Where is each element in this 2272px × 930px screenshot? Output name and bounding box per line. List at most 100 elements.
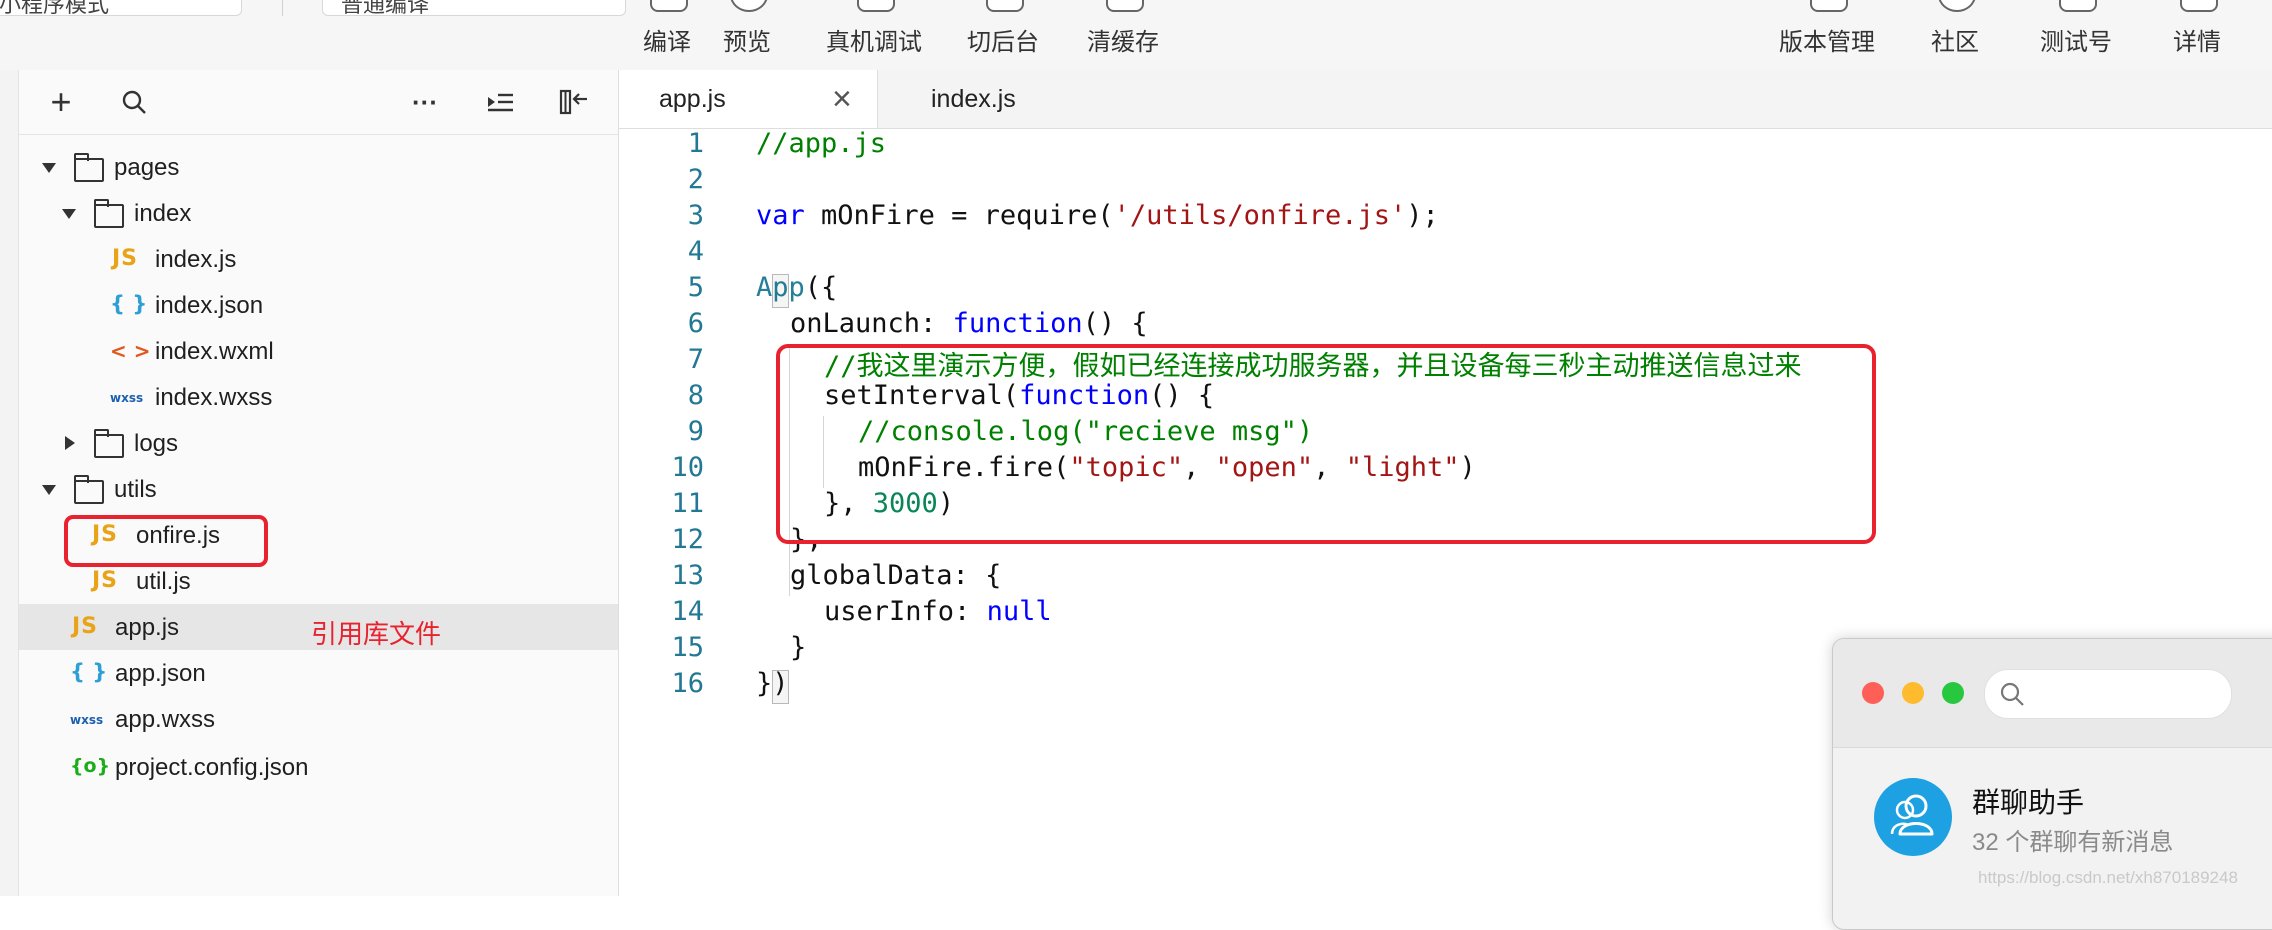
code-text: () { (1082, 308, 1148, 339)
caret-down-icon[interactable] (42, 163, 56, 173)
community-button[interactable]: 社区 (1931, 22, 1979, 57)
tree-label: index.wxss (155, 384, 273, 411)
tree-file-app-js[interactable]: JS app.js 引用库文件 (19, 604, 618, 650)
wxss-file-icon: wxss (70, 713, 104, 727)
folder-closed-icon (94, 429, 124, 458)
tree-folder-index[interactable]: index (19, 190, 618, 236)
tab-app-js[interactable]: app.js × (619, 70, 878, 128)
window-close-icon[interactable] (1862, 682, 1884, 704)
line-number: 5 (687, 272, 704, 303)
editor-tabbar: app.js × index.js (619, 70, 2272, 129)
tree-file-app-json[interactable]: { } app.json (19, 650, 618, 696)
tree-folder-utils[interactable]: utils (19, 466, 618, 512)
js-file-icon: JS (92, 568, 119, 593)
code-keyword: var (756, 200, 805, 231)
toggle-panel-icon[interactable] (554, 70, 594, 134)
code-line-1: //app.js (756, 128, 886, 159)
tree-label: app.json (115, 660, 206, 687)
caret-down-icon[interactable] (62, 209, 76, 219)
details-button[interactable]: 详情 (2173, 22, 2221, 57)
code-line-3: var mOnFire = require('/utils/onfire.js'… (756, 200, 1439, 231)
tree-label: index.json (155, 292, 264, 319)
more-icon[interactable]: ··· (405, 70, 445, 134)
test-account-button[interactable]: 测试号 (2040, 22, 2112, 57)
tree-file-index-wxml[interactable]: < > index.wxml (19, 328, 618, 374)
community-icon[interactable] (1938, 0, 1976, 12)
line-number: 10 (671, 452, 704, 483)
tree-file-index-wxss[interactable]: wxss index.wxss (19, 374, 618, 420)
wechat-search-input[interactable] (1984, 669, 2232, 719)
code-line-13: globalData: { (790, 560, 1001, 591)
conversation-title: 群聊助手 (1972, 787, 2085, 818)
code-text: } (790, 632, 807, 663)
details-icon[interactable] (2180, 0, 2218, 12)
search-icon[interactable] (114, 70, 154, 134)
remote-debug-button[interactable]: 真机调试 (826, 22, 922, 57)
clear-cache-button[interactable]: 清缓存 (1087, 22, 1159, 57)
code-text: userInfo: (824, 596, 987, 627)
line-number: 1 (687, 128, 704, 159)
window-zoom-icon[interactable] (1942, 682, 1964, 704)
line-number: 7 (687, 344, 704, 375)
group-chat-avatar[interactable] (1874, 778, 1952, 856)
add-icon[interactable]: + (41, 70, 81, 134)
clear-cache-icon[interactable] (1106, 0, 1144, 12)
tab-index-js[interactable]: index.js (878, 70, 1138, 128)
version-control-icon[interactable] (1810, 0, 1848, 12)
line-number: 9 (687, 416, 704, 447)
tree-folder-logs[interactable]: logs (19, 420, 618, 466)
library-annotation: 引用库文件 (311, 619, 442, 649)
tree-label: index.js (155, 246, 237, 273)
code-comment: //app.js (756, 128, 887, 159)
line-number: 2 (687, 164, 704, 195)
tree-label: utils (114, 476, 157, 503)
tree-folder-pages[interactable]: pages (19, 144, 618, 190)
folder-open-icon (94, 199, 124, 228)
line-number: 11 (671, 488, 704, 519)
js-file-icon: JS (112, 246, 139, 271)
tree-file-app-wxss[interactable]: wxss app.wxss (19, 696, 618, 742)
tree-label: pages (114, 154, 180, 181)
tree-label: logs (134, 430, 179, 457)
mode-select[interactable]: 小程序模式 (0, 0, 242, 17)
code-line-5: App({ (756, 272, 837, 303)
compile-button[interactable]: 编译 (643, 22, 691, 57)
json-file-icon: { } (110, 292, 148, 316)
code-text: globalData: { (790, 560, 1002, 591)
line-number: 3 (687, 200, 704, 231)
background-icon[interactable] (986, 0, 1024, 12)
preview-icon[interactable] (730, 0, 768, 12)
tree-file-index-json[interactable]: { } index.json (19, 282, 618, 328)
window-minimize-icon[interactable] (1902, 682, 1924, 704)
tree-label: app.js (115, 614, 180, 641)
code-keyword: function (952, 308, 1083, 339)
code-text: onLaunch: (790, 308, 953, 339)
wxml-file-icon: < > (110, 339, 151, 363)
background-button[interactable]: 切后台 (967, 22, 1039, 57)
preview-button[interactable]: 预览 (723, 22, 771, 57)
code-text: ({ (804, 272, 838, 303)
code-string: '/utils/onfire.js' (1113, 200, 1407, 231)
remote-debug-icon[interactable] (857, 0, 895, 12)
group-users-icon (1890, 794, 1934, 836)
test-account-icon[interactable] (2059, 0, 2097, 12)
compile-mode-value: 普通编译 (341, 0, 430, 17)
bracket-match-marker (772, 274, 789, 308)
compile-icon[interactable] (650, 0, 688, 12)
close-icon[interactable]: × (832, 80, 852, 119)
version-control-button[interactable]: 版本管理 (1779, 22, 1875, 57)
compile-mode-select[interactable]: 普通编译 (322, 0, 626, 17)
tree-label: index.wxml (155, 338, 274, 365)
setinterval-highlight-box (776, 344, 1876, 544)
caret-down-icon[interactable] (42, 485, 56, 495)
tree-file-index-js[interactable]: JS index.js (19, 236, 618, 282)
collapse-all-icon[interactable] (480, 70, 520, 134)
code-line-6: onLaunch: function() { (790, 308, 1148, 339)
line-number: 4 (687, 236, 704, 267)
code-text: ); (1406, 200, 1439, 231)
folder-open-icon (74, 153, 104, 182)
explorer-toolbar: + ··· (19, 70, 618, 135)
tree-file-project-config[interactable]: {o} project.config.json (19, 744, 618, 790)
caret-right-icon[interactable] (65, 436, 75, 450)
line-number: 12 (671, 524, 704, 555)
